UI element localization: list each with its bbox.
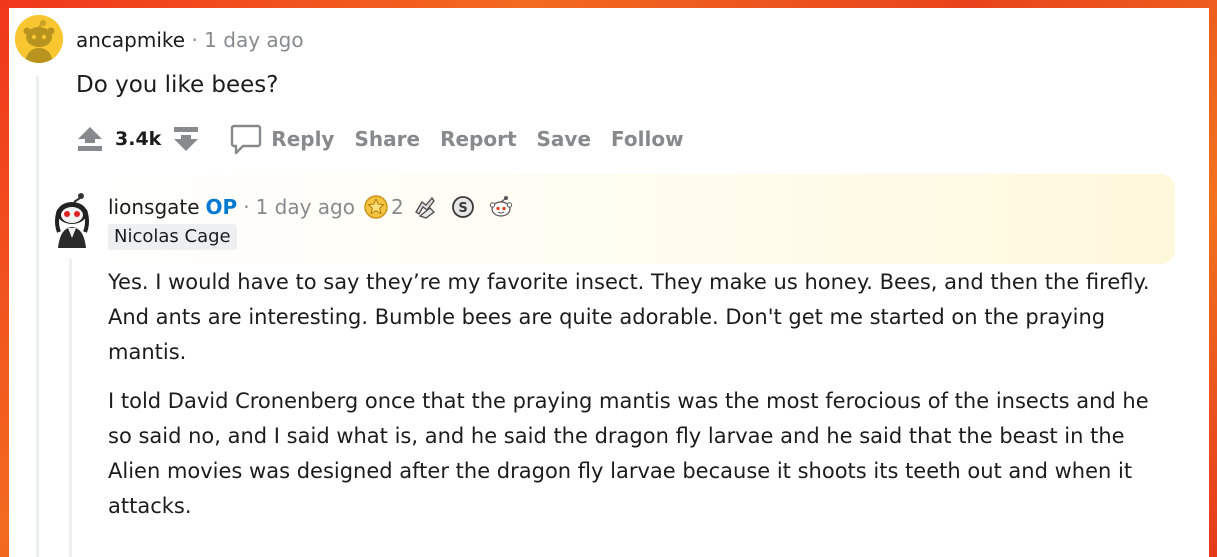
comment-bubble-icon	[231, 124, 262, 155]
meta-separator: ·	[191, 28, 198, 52]
comment-body: Do you like bees?	[76, 72, 279, 98]
comment-card: ancapmike · 1 day ago Do you like bees? …	[9, 8, 1209, 557]
snoo-nicolas-cage-avatar-icon	[55, 193, 89, 248]
comment-actions: 3.4k Reply Share Report Save Follow	[75, 120, 704, 158]
reply-paragraph: I told David Cronenberg once that the pr…	[108, 389, 1149, 518]
reply-author[interactable]: lionsgate	[108, 195, 200, 219]
reply-time[interactable]: 1 day ago	[256, 195, 355, 219]
save-button[interactable]: Save	[537, 127, 592, 151]
reply-body: Yes. I would have to say they’re my favo…	[108, 265, 1168, 538]
reply-meta: lionsgate OP · 1 day ago 2 S	[108, 194, 514, 220]
user-flair: Nicolas Cage	[108, 224, 237, 250]
thread-line[interactable]	[36, 76, 39, 557]
gold-star-award-icon[interactable]	[363, 194, 389, 220]
svg-text:S: S	[458, 201, 467, 216]
vote-score: 3.4k	[115, 128, 162, 150]
reply-avatar[interactable]	[50, 192, 94, 248]
comment-meta: ancapmike · 1 day ago	[76, 28, 304, 52]
silver-coin-award-icon[interactable]: S	[450, 194, 476, 220]
downvote-icon[interactable]	[171, 124, 201, 154]
upvote-icon[interactable]	[75, 124, 105, 154]
avatar[interactable]	[15, 15, 63, 63]
reply-button[interactable]: Reply	[229, 122, 354, 156]
comment-time[interactable]: 1 day ago	[204, 28, 303, 52]
report-button[interactable]: Report	[440, 127, 516, 151]
silver-hands-award-icon[interactable]	[412, 194, 438, 220]
award-count: 2	[391, 195, 404, 219]
reply-paragraph: Yes. I would have to say they’re my favo…	[108, 270, 1150, 364]
reply-thread-line[interactable]	[69, 258, 72, 557]
share-button[interactable]: Share	[354, 127, 420, 151]
reply-label: Reply	[271, 127, 335, 151]
meta-separator: ·	[243, 195, 250, 219]
follow-button[interactable]: Follow	[611, 127, 684, 151]
snoo-avatar-icon	[15, 15, 63, 63]
op-badge: OP	[205, 195, 238, 219]
comment-author[interactable]: ancapmike	[76, 28, 185, 52]
snoo-award-icon[interactable]	[488, 194, 514, 220]
